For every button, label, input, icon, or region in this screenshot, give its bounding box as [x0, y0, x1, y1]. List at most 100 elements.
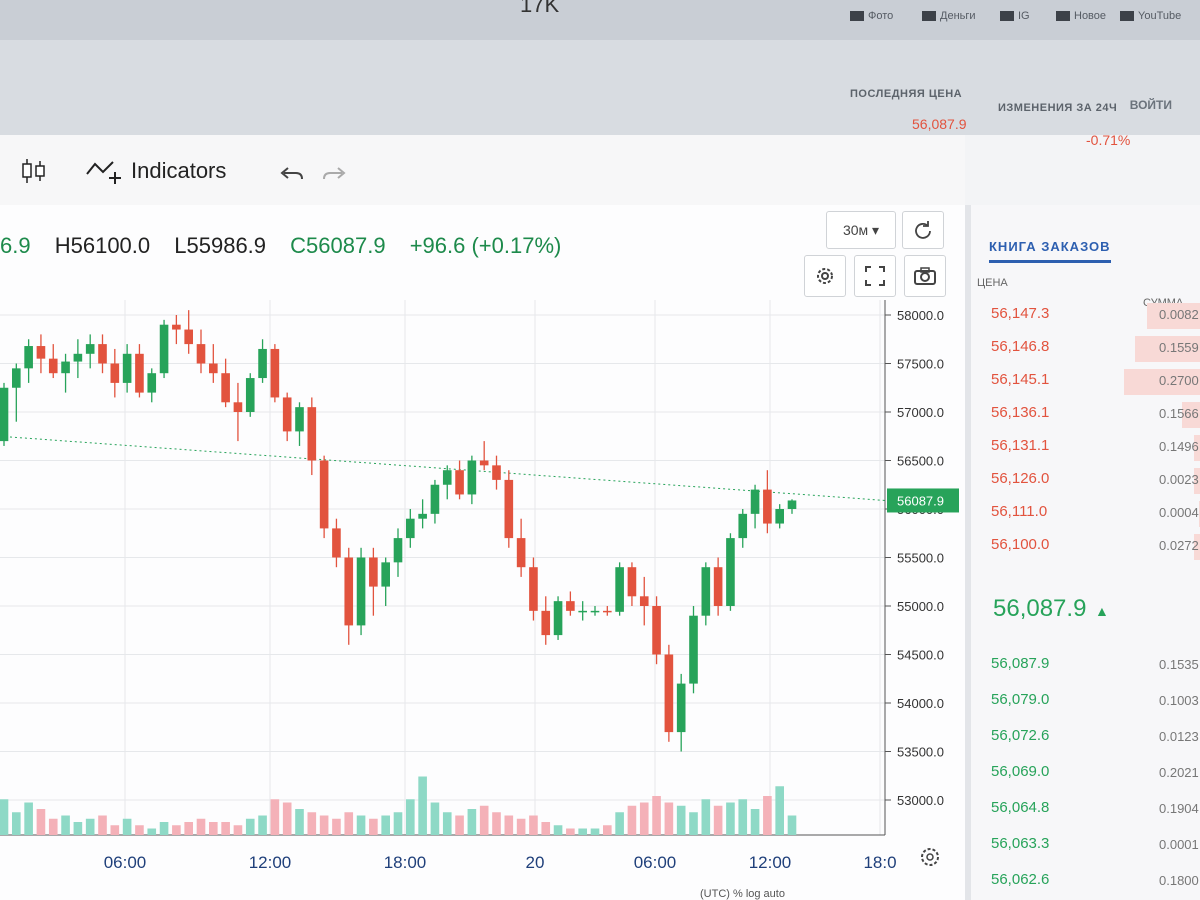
candle-body — [639, 596, 649, 606]
volume-bar — [467, 809, 477, 835]
candle-body — [689, 615, 698, 684]
bookmark-item[interactable]: YouTube — [1120, 10, 1181, 22]
order-book-bid-row[interactable]: 56,079.0 0.1003 — [971, 687, 1200, 719]
undo-icon[interactable] — [278, 165, 304, 185]
order-book-bid-row[interactable]: 56,064.8 0.1904 — [971, 795, 1200, 827]
volume-bar — [295, 809, 304, 835]
candle-body — [98, 344, 107, 364]
bookmark-item[interactable]: Фото — [850, 10, 893, 22]
screenshot-button[interactable] — [904, 255, 946, 297]
candle-body — [172, 324, 181, 330]
candle-body — [61, 361, 70, 374]
order-book-bid-row[interactable]: 56,072.6 0.0123 — [971, 723, 1200, 755]
candle-body — [48, 358, 58, 374]
volume-bar — [73, 822, 83, 835]
reset-chart-button[interactable] — [902, 211, 944, 249]
last-price-value: 56,087.9 — [912, 116, 967, 132]
time-axis-label: 12:00 — [749, 853, 792, 872]
login-link[interactable]: ВОЙТИ — [1130, 98, 1172, 112]
volume-bar — [418, 776, 427, 835]
time-axis-label: 18:00 — [384, 853, 427, 872]
candle-body — [110, 363, 120, 383]
candle-body — [479, 460, 489, 466]
time-axis-label: 18:0 — [863, 853, 896, 872]
ask-price: 56,131.1 — [991, 437, 1050, 454]
redo-icon[interactable] — [322, 165, 348, 185]
order-book-ask-row[interactable]: 56,100.0 0.0272 — [971, 532, 1200, 564]
axis-settings-gear-icon — [921, 848, 939, 866]
folder-icon — [1000, 11, 1014, 22]
order-book-ask-row[interactable]: 56,145.1 0.2700 — [971, 367, 1200, 399]
volume-bar — [12, 812, 21, 835]
axis-settings-gear-center — [926, 853, 934, 861]
order-book-tab[interactable]: КНИГА ЗАКАЗОВ — [989, 239, 1111, 263]
candle-body — [713, 567, 723, 606]
indicators-button[interactable]: Indicators — [85, 155, 226, 187]
volume-bar — [381, 815, 390, 835]
order-book-bid-row[interactable]: 56,062.6 0.1800 — [971, 867, 1200, 899]
chart-area[interactable]: 58000.057500.057000.056500.056000.055500… — [0, 205, 965, 900]
bid-price: 56,063.3 — [991, 835, 1050, 852]
time-axis-label: 12:00 — [249, 853, 292, 872]
bid-amount: 0.1800 — [1159, 873, 1199, 888]
candle-body — [566, 601, 575, 611]
bookmark-item[interactable]: IG — [1000, 10, 1030, 22]
volume-bar — [726, 802, 735, 835]
bid-amount: 0.1535 — [1159, 657, 1199, 672]
order-book-bid-row[interactable]: 56,069.0 0.2021 — [971, 759, 1200, 791]
ask-amount: 0.0023 — [1159, 472, 1199, 487]
ask-price: 56,111.0 — [991, 503, 1048, 520]
order-book-bid-row[interactable]: 56,063.3 0.0001 — [971, 831, 1200, 863]
candle-body — [12, 368, 21, 388]
candle-body — [209, 363, 218, 374]
candle-body — [541, 610, 551, 636]
volume-bar — [245, 818, 255, 835]
order-book-ask-row[interactable]: 56,136.1 0.1566 — [971, 400, 1200, 432]
ask-price: 56,145.1 — [991, 371, 1050, 388]
price-axis-label: 53000.0 — [897, 793, 944, 808]
order-book-ask-row[interactable]: 56,126.0 0.0023 — [971, 466, 1200, 498]
volume-bar — [233, 825, 243, 835]
ohlc-change: +96.6 (+0.17%) — [409, 233, 562, 258]
price-axis-label: 56500.0 — [897, 454, 944, 469]
ask-price: 56,147.3 — [991, 305, 1050, 322]
ask-amount: 0.1566 — [1159, 406, 1199, 421]
bookmark-item[interactable]: Новое — [1056, 10, 1106, 22]
candle-body — [664, 654, 674, 733]
order-book-ask-row[interactable]: 56,146.8 0.1559 — [971, 334, 1200, 366]
price-chart[interactable]: 58000.057500.057000.056500.056000.055500… — [0, 205, 965, 900]
bookmark-item[interactable]: Деньги — [922, 10, 976, 22]
volume-bar — [319, 815, 329, 835]
candle-body — [763, 489, 772, 524]
candle-body — [615, 567, 624, 612]
candle-body — [455, 470, 464, 495]
volume-bar — [442, 812, 452, 835]
candle-body — [590, 610, 600, 613]
last-price-label: ПОСЛЕДНЯЯ ЦЕНА — [850, 88, 963, 100]
candle-body — [233, 402, 243, 412]
order-book-ask-row[interactable]: 56,111.0 0.0004 — [971, 499, 1200, 531]
candlestick-icon[interactable] — [20, 157, 48, 185]
candle-body — [0, 387, 9, 442]
volume-bar — [172, 825, 181, 835]
candle-body — [787, 500, 797, 509]
order-book-ask-row[interactable]: 56,147.3 0.0082 — [971, 301, 1200, 333]
candle-body — [504, 479, 514, 539]
time-axis-label: 06:00 — [634, 853, 677, 872]
site-header: ВОЙТИ — [0, 40, 1200, 135]
volume-bar — [258, 815, 267, 835]
tab-title[interactable]: 17K — [520, 0, 559, 18]
volume-bar — [135, 825, 144, 835]
chart-settings-button[interactable] — [804, 255, 846, 297]
order-book-ask-row[interactable]: 56,131.1 0.1496 — [971, 433, 1200, 465]
volume-bar — [209, 822, 218, 835]
fullscreen-button[interactable] — [854, 255, 896, 297]
volume-bar — [787, 815, 797, 835]
bid-amount: 0.0123 — [1159, 729, 1199, 744]
order-book-bid-row[interactable]: 56,087.9 0.1535 — [971, 651, 1200, 683]
bid-price: 56,079.0 — [991, 691, 1050, 708]
candle-body — [553, 601, 563, 636]
order-book-price-header: ЦЕНА — [977, 277, 1008, 289]
price-axis-label: 55500.0 — [897, 551, 944, 566]
interval-select[interactable]: 30м ▾ — [826, 211, 896, 249]
